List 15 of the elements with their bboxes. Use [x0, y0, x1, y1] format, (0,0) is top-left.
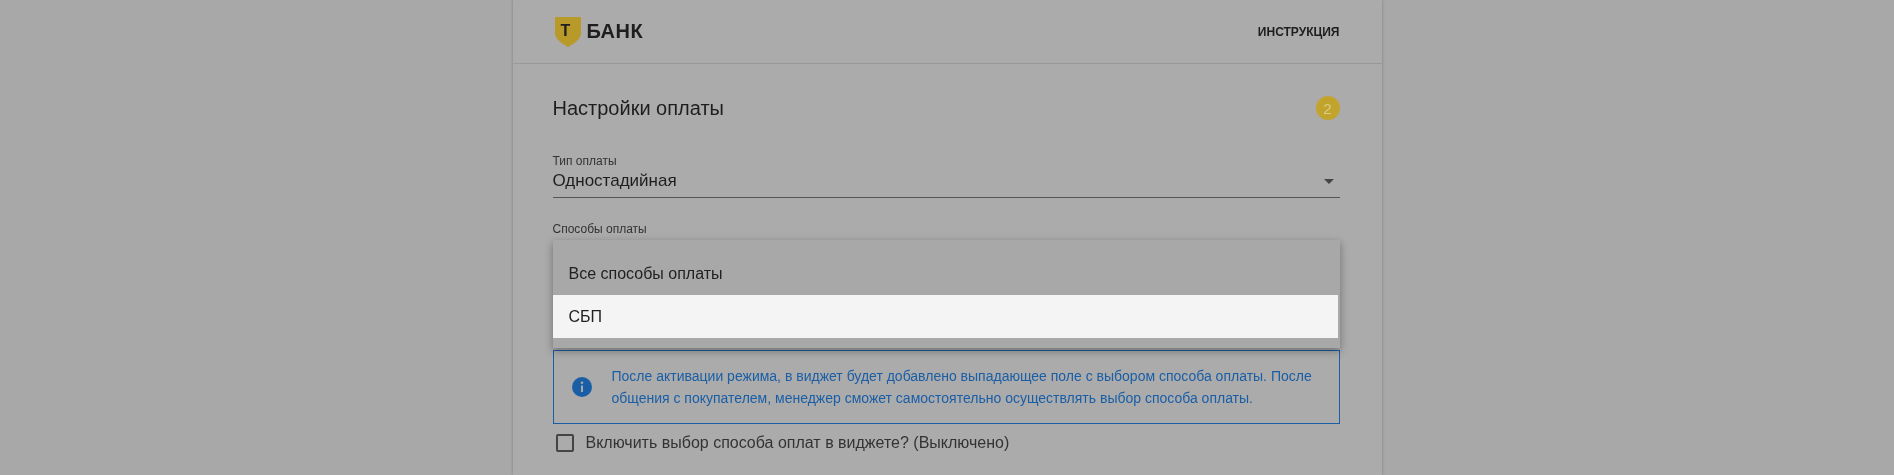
section-title: Настройки оплаты: [552, 96, 724, 120]
instructions-link[interactable]: ИНСТРУКЦИЯ: [1257, 24, 1340, 39]
menu-option[interactable]: Все способы оплаты: [552, 252, 1340, 295]
field-label: Способы оплаты: [552, 222, 648, 236]
dropdown-arrow-icon: [1323, 178, 1334, 184]
logo-text: БАНК: [586, 20, 644, 43]
step-badge: 2: [1315, 96, 1340, 120]
widget-choice-checkbox[interactable]: Включить выбор способа оплат в виджете? (Выключено): [552, 434, 1340, 452]
payment-type-select[interactable]: Тип оплаты Одностадийная: [552, 154, 1340, 198]
logo-letter: Т: [560, 21, 571, 40]
info-icon: [571, 377, 592, 397]
checkbox-square-icon[interactable]: [555, 434, 574, 452]
menu-option[interactable]: СБП: [552, 295, 1338, 338]
info-text: После активации режима, в виджет будет добавлено выпадающее поле с выбором способа оплаты. После общения с покупателем, менеджер сможет самостоятельно осуществлять выбор способа оплаты.: [611, 367, 1313, 408]
logo-shield-icon: [554, 16, 581, 47]
